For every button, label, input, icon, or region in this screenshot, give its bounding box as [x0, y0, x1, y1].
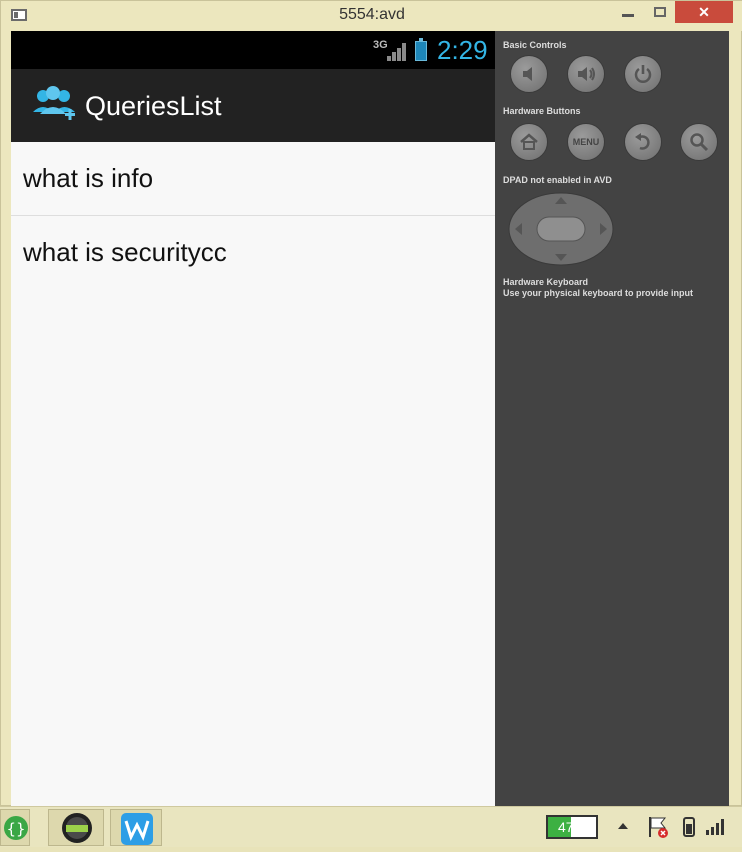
device-screen: 3G 2:29 QueriesList what is info what is…	[11, 31, 495, 807]
battery-icon	[415, 38, 427, 61]
battery-indicator[interactable]: 47%	[546, 815, 598, 839]
and-app-icon	[62, 813, 92, 843]
keyboard-label: Hardware Keyboard	[503, 277, 589, 287]
phone-icon[interactable]	[682, 816, 696, 838]
menu-button[interactable]: MENU	[567, 123, 605, 161]
signal-icon	[387, 43, 407, 61]
minimize-button[interactable]	[613, 1, 643, 23]
dpad-icon[interactable]	[507, 191, 615, 267]
home-button[interactable]	[510, 123, 548, 161]
signal-bars-icon[interactable]	[705, 817, 725, 835]
tray-arrow-icon[interactable]	[617, 821, 629, 831]
app-title: QueriesList	[85, 91, 222, 121]
taskbar: {} 47%	[0, 806, 742, 847]
taskbar-app-3[interactable]	[110, 809, 162, 846]
taskbar-app-1[interactable]: {}	[0, 809, 30, 846]
flag-icon[interactable]	[645, 815, 669, 839]
query-text: what is info	[23, 163, 154, 193]
query-text: what is securitycc	[23, 237, 227, 267]
minimize-icon	[622, 13, 634, 17]
emulator-window: 5554:avd ✕ 3G 2:29 QueriesList what is i…	[0, 0, 742, 807]
volume-down-button[interactable]	[510, 55, 548, 93]
volume-up-button[interactable]	[567, 55, 605, 93]
query-list-item[interactable]: what is securitycc	[11, 216, 495, 290]
hardware-buttons-label: Hardware Buttons	[503, 106, 581, 116]
back-button[interactable]	[624, 123, 662, 161]
volume-up-icon	[578, 67, 595, 81]
action-bar: QueriesList	[11, 69, 495, 142]
status-clock: 2:29	[437, 35, 488, 65]
maximize-button[interactable]	[645, 1, 675, 23]
taskbar-app-2[interactable]	[48, 809, 104, 846]
query-list-item[interactable]: what is info	[11, 142, 495, 216]
menu-button-label: MENU	[572, 137, 600, 147]
keyboard-hint: Use your physical keyboard to provide in…	[503, 288, 694, 298]
controls-panel: Basic Controls Hardware Buttons MENU DPA…	[495, 31, 729, 807]
volume-down-icon	[523, 67, 532, 81]
network-type: 3G	[373, 39, 388, 51]
basic-controls-label: Basic Controls	[503, 40, 567, 50]
dpad-label: DPAD not enabled in AVD	[503, 175, 612, 185]
app-brackets-icon: {}	[4, 816, 28, 840]
search-icon	[690, 133, 709, 152]
queries-users-icon[interactable]	[31, 85, 79, 125]
svg-text:{}: {}	[6, 820, 25, 838]
power-button[interactable]	[624, 55, 662, 93]
title-bar: 5554:avd ✕	[1, 1, 742, 31]
close-icon: ✕	[698, 3, 710, 20]
search-button[interactable]	[680, 123, 718, 161]
battery-percent: 47%	[557, 819, 587, 835]
close-button[interactable]: ✕	[675, 1, 733, 23]
w-app-icon	[121, 813, 153, 845]
maximize-icon	[654, 7, 666, 17]
dpad-label-text: DPAD not enabled in AVD	[503, 175, 612, 185]
home-icon	[520, 133, 538, 150]
back-icon	[635, 133, 650, 150]
power-icon	[634, 65, 652, 83]
status-bar: 3G 2:29	[11, 31, 495, 69]
